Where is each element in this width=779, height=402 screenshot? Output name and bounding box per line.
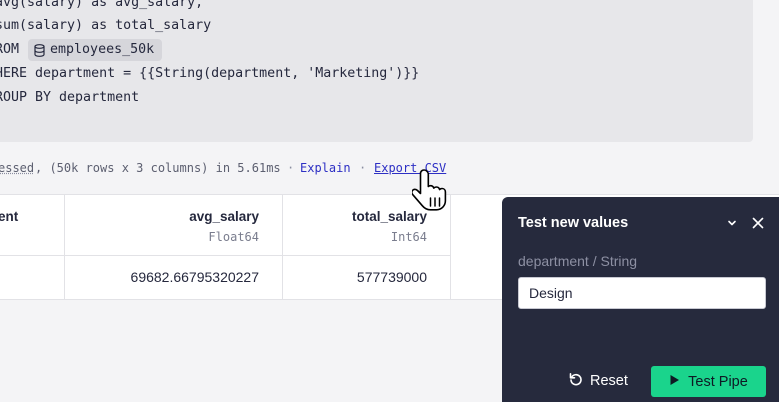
query-stats: essed , (50k rows x 3 columns) in 5.61ms…	[0, 158, 446, 178]
database-icon	[34, 43, 45, 57]
separator-1: ·	[287, 161, 295, 175]
stats-details: , (50k rows x 3 columns) in 5.61ms	[35, 161, 281, 175]
sql-editor[interactable]: avg(salary) as avg_salary, sum(salary) a…	[0, 0, 753, 142]
column-department: ent	[0, 195, 65, 299]
code-line-4: HERE department = {{String(department, '…	[0, 66, 420, 81]
close-icon[interactable]	[750, 215, 766, 231]
test-pipe-button[interactable]: Test Pipe	[651, 366, 766, 397]
test-values-panel: Test new values department / String Rese…	[502, 197, 779, 402]
table-cell: 69682.66795320227	[130, 269, 259, 285]
column-type: Int64	[390, 230, 427, 244]
play-icon	[669, 374, 680, 390]
chevron-down-icon[interactable]	[724, 215, 740, 231]
panel-title: Test new values	[518, 215, 629, 231]
column-header: ent	[0, 209, 19, 224]
table-cell: 577739000	[356, 269, 427, 285]
code-line-1: avg(salary) as avg_salary,	[0, 0, 204, 10]
column-avg-salary: avg_salary Float64 69682.66795320227	[65, 195, 283, 299]
hand-pointer-icon	[411, 168, 448, 223]
code-line-3: ROMemployees_50k	[0, 39, 163, 61]
separator-2: ·	[359, 161, 367, 175]
column-header: avg_salary	[189, 209, 259, 224]
reset-label: Reset	[590, 373, 628, 389]
department-input[interactable]	[518, 277, 766, 309]
field-label: department / String	[518, 253, 638, 269]
reset-button[interactable]: Reset	[568, 369, 628, 393]
explain-link[interactable]: Explain	[300, 158, 351, 178]
code-line-2: sum(salary) as total_salary	[0, 18, 212, 33]
reset-icon	[568, 371, 584, 391]
column-type: Float64	[208, 230, 259, 244]
row-divider	[0, 255, 450, 256]
table-chip[interactable]: employees_50k	[28, 39, 163, 61]
code-line-5: ROUP BY department	[0, 90, 140, 105]
table-name: employees_50k	[50, 42, 155, 57]
test-pipe-label: Test Pipe	[688, 373, 748, 390]
processed-text: essed	[0, 161, 35, 175]
